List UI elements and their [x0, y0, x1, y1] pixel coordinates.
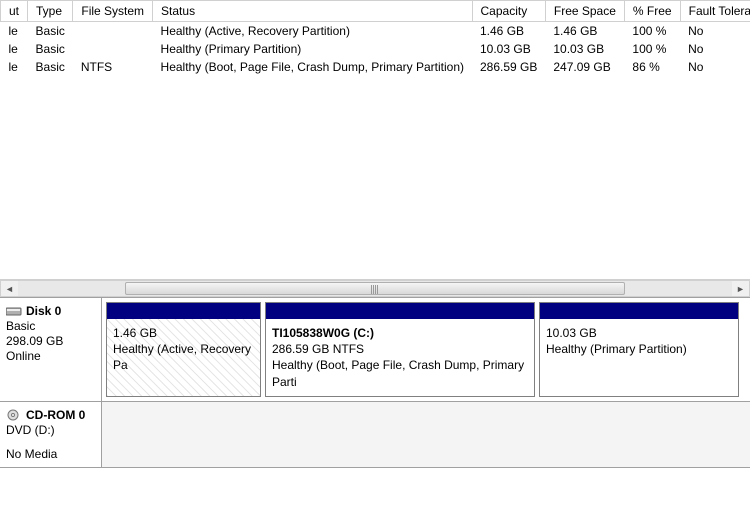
horizontal-scrollbar[interactable]: ◄ ►: [0, 280, 750, 297]
cell-fault: No: [680, 40, 750, 58]
cell-pct: 100 %: [624, 22, 680, 41]
cell-pct: 86 %: [624, 58, 680, 76]
cell-ut: le: [1, 22, 28, 41]
cdrom-type: DVD (D:): [6, 423, 95, 437]
cell-type: Basic: [28, 40, 73, 58]
disk-0-partitions: 1.46 GBHealthy (Active, Recovery PaTI105…: [102, 298, 750, 401]
cell-status: Healthy (Primary Partition): [153, 40, 472, 58]
cell-fs: [73, 40, 153, 58]
scroll-right-arrow[interactable]: ►: [732, 281, 749, 296]
cell-fs: NTFS: [73, 58, 153, 76]
disk-0-label[interactable]: Disk 0 Basic 298.09 GB Online: [0, 298, 102, 401]
cell-status: Healthy (Boot, Page File, Crash Dump, Pr…: [153, 58, 472, 76]
scroll-thumb[interactable]: [125, 282, 625, 295]
partition-size: 10.03 GB: [546, 325, 732, 341]
cell-free: 1.46 GB: [545, 22, 624, 41]
cdrom-row: CD-ROM 0 DVD (D:) No Media: [0, 401, 750, 468]
partition-size: 286.59 GB NTFS: [272, 341, 528, 357]
cell-pct: 100 %: [624, 40, 680, 58]
column-header[interactable]: Status: [153, 1, 472, 22]
cdrom-title: CD-ROM 0: [26, 408, 85, 422]
cell-fault: No: [680, 58, 750, 76]
cell-status: Healthy (Active, Recovery Partition): [153, 22, 472, 41]
cell-free: 247.09 GB: [545, 58, 624, 76]
disk-0-state: Online: [6, 349, 95, 363]
scroll-left-arrow[interactable]: ◄: [1, 281, 18, 296]
cell-fault: No: [680, 22, 750, 41]
cell-type: Basic: [28, 22, 73, 41]
graphical-view: Disk 0 Basic 298.09 GB Online 1.46 GBHea…: [0, 297, 750, 468]
partition-header: [266, 303, 534, 319]
cell-ut: le: [1, 58, 28, 76]
cell-type: Basic: [28, 58, 73, 76]
partition-header: [107, 303, 260, 319]
cdrom-label[interactable]: CD-ROM 0 DVD (D:) No Media: [0, 402, 102, 467]
partition-size: 1.46 GB: [113, 325, 254, 341]
table-row[interactable]: leBasicNTFSHealthy (Boot, Page File, Cra…: [1, 58, 750, 76]
cdrom-state: No Media: [6, 447, 95, 461]
scroll-track[interactable]: [18, 281, 732, 296]
column-header[interactable]: Type: [28, 1, 73, 22]
partition-status: Healthy (Active, Recovery Pa: [113, 341, 254, 373]
partition-header: [540, 303, 738, 319]
table-row[interactable]: leBasic Healthy (Active, Recovery Partiti…: [1, 22, 750, 41]
partition[interactable]: 1.46 GBHealthy (Active, Recovery Pa: [106, 302, 261, 397]
cdrom-partitions: [102, 402, 750, 467]
cell-capacity: 10.03 GB: [472, 40, 545, 58]
cell-free: 10.03 GB: [545, 40, 624, 58]
cell-ut: le: [1, 40, 28, 58]
partition[interactable]: 10.03 GBHealthy (Primary Partition): [539, 302, 739, 397]
cell-fs: [73, 22, 153, 41]
column-header[interactable]: Fault Tolerance: [680, 1, 750, 22]
disk-0-size: 298.09 GB: [6, 334, 95, 348]
cell-capacity: 1.46 GB: [472, 22, 545, 41]
disk-icon: [6, 305, 22, 317]
column-header[interactable]: Capacity: [472, 1, 545, 22]
column-header[interactable]: ut: [1, 1, 28, 22]
column-header[interactable]: % Free: [624, 1, 680, 22]
disk-0-type: Basic: [6, 319, 95, 333]
table-row[interactable]: leBasicHealthy (Primary Partition)10.03 …: [1, 40, 750, 58]
column-header[interactable]: Free Space: [545, 1, 624, 22]
cdrom-icon: [6, 409, 22, 421]
partition-status: Healthy (Boot, Page File, Crash Dump, Pr…: [272, 357, 528, 389]
volume-list-panel: utTypeFile SystemStatusCapacityFree Spac…: [0, 0, 750, 280]
column-header[interactable]: File System: [73, 1, 153, 22]
cell-capacity: 286.59 GB: [472, 58, 545, 76]
partition[interactable]: TI105838W0G (C:)286.59 GB NTFSHealthy (B…: [265, 302, 535, 397]
disk-0-row: Disk 0 Basic 298.09 GB Online 1.46 GBHea…: [0, 297, 750, 401]
volumes-table: utTypeFile SystemStatusCapacityFree Spac…: [0, 0, 750, 76]
partition-status: Healthy (Primary Partition): [546, 341, 732, 357]
partition-name: TI105838W0G (C:): [272, 325, 528, 341]
disk-0-title: Disk 0: [26, 304, 61, 318]
